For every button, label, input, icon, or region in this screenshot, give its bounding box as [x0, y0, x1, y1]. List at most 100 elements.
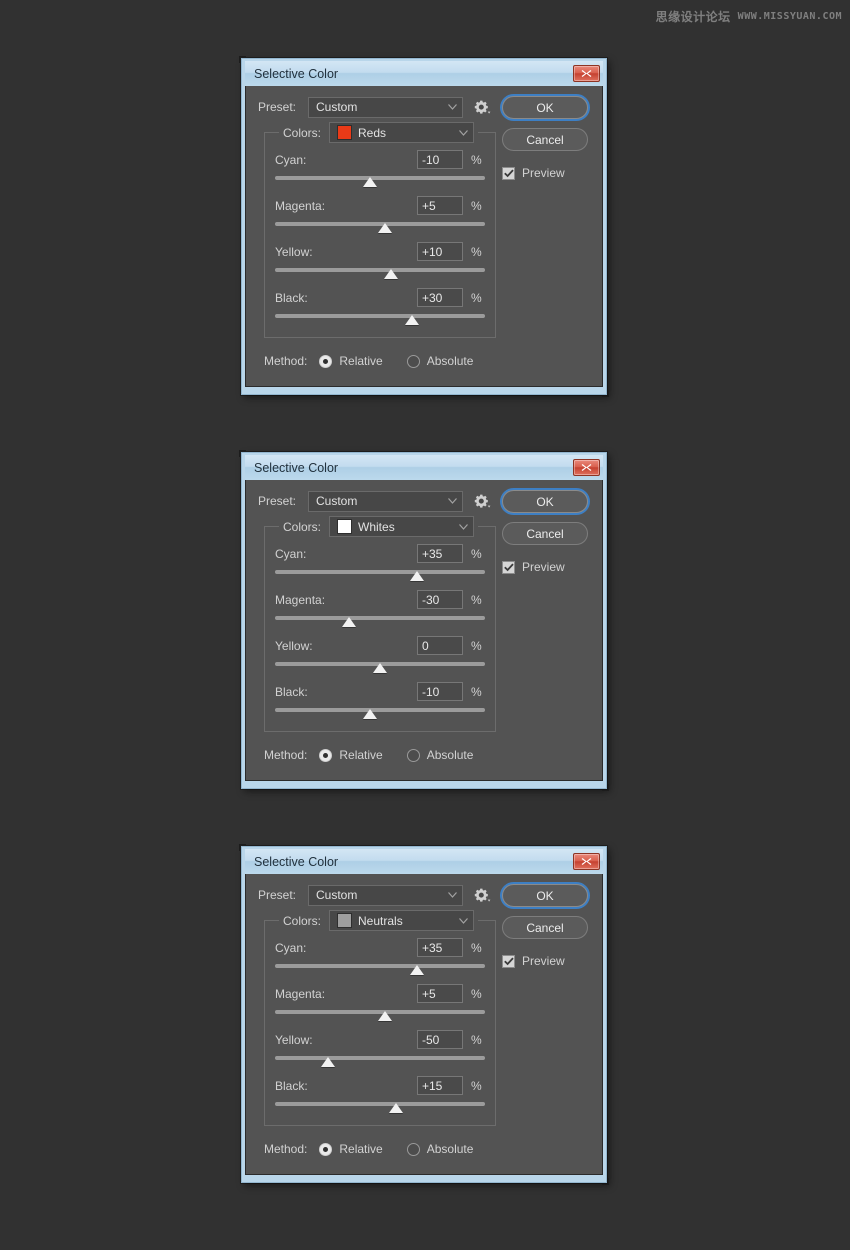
color-swatch: [337, 519, 353, 534]
slider-value-input[interactable]: +15: [417, 1076, 463, 1095]
slider-thumb[interactable]: [320, 1057, 335, 1067]
method-relative-option[interactable]: Relative: [319, 748, 383, 762]
dialog-titlebar[interactable]: Selective Color: [245, 849, 603, 874]
method-absolute-option[interactable]: Absolute: [406, 748, 473, 762]
colors-select[interactable]: Neutrals: [329, 910, 475, 931]
preset-options-button[interactable]: [469, 100, 495, 115]
slider-thumb[interactable]: [404, 315, 419, 325]
percent-label: %: [471, 940, 482, 955]
slider-block: Black: +15 %: [275, 1075, 485, 1113]
method-absolute-option[interactable]: Absolute: [406, 354, 474, 368]
slider-track[interactable]: [275, 708, 485, 712]
slider-track-wrap[interactable]: [275, 173, 485, 187]
preview-label: Preview: [522, 954, 565, 968]
method-relative-option[interactable]: Relative: [319, 354, 383, 368]
slider-track-wrap[interactable]: [275, 1007, 485, 1021]
preview-checkbox-row[interactable]: Preview: [502, 560, 588, 574]
slider-label: Black:: [275, 684, 308, 699]
slider-track[interactable]: [275, 964, 485, 968]
slider-value-input[interactable]: 0: [417, 636, 463, 655]
chevron-down-icon: [455, 129, 471, 136]
slider-header: Cyan: -10 %: [275, 149, 485, 170]
sliders-container: Cyan: -10 % Magenta: +5 % Yellow: +10 %: [275, 149, 485, 325]
slider-track-wrap[interactable]: [275, 705, 485, 719]
slider-track-wrap[interactable]: [275, 219, 485, 233]
slider-value-input[interactable]: -30: [417, 590, 463, 609]
preview-checkbox[interactable]: [502, 954, 515, 968]
slider-track-wrap[interactable]: [275, 659, 485, 673]
slider-track-wrap[interactable]: [275, 1099, 485, 1113]
ok-button[interactable]: OK: [502, 96, 588, 119]
preview-checkbox-row[interactable]: Preview: [502, 954, 588, 968]
dialog-whites[interactable]: Selective Color Preset: Custom Colors: W…: [239, 450, 609, 791]
dialog-actions: OK Cancel Preview: [502, 884, 588, 968]
method-relative-option[interactable]: Relative: [319, 1142, 383, 1156]
dialog-reds[interactable]: Selective Color Preset: Custom Colors: R…: [239, 56, 609, 397]
close-button[interactable]: [573, 853, 600, 870]
slider-block: Magenta: +5 %: [275, 983, 485, 1021]
preview-checkbox[interactable]: [502, 166, 515, 180]
dialog-neutrals[interactable]: Selective Color Preset: Custom Colors: N…: [239, 844, 609, 1185]
preset-select[interactable]: Custom: [308, 884, 463, 906]
slider-track[interactable]: [275, 314, 485, 318]
slider-track-wrap[interactable]: [275, 961, 485, 975]
cancel-button[interactable]: Cancel: [502, 522, 588, 545]
cancel-button[interactable]: Cancel: [502, 128, 588, 151]
dialog-titlebar[interactable]: Selective Color: [245, 455, 603, 480]
slider-value-input[interactable]: +5: [417, 984, 463, 1003]
slider-thumb[interactable]: [409, 571, 424, 581]
colors-label: Colors:: [283, 913, 322, 928]
preset-options-button[interactable]: [469, 494, 495, 509]
slider-value-input[interactable]: -10: [417, 682, 463, 701]
slider-value-input[interactable]: +35: [417, 938, 463, 957]
ok-button[interactable]: OK: [502, 884, 588, 907]
color-swatch: [337, 125, 353, 140]
slider-value-input[interactable]: +5: [417, 196, 463, 215]
slider-track-wrap[interactable]: [275, 265, 485, 279]
slider-thumb[interactable]: [409, 965, 424, 975]
slider-track-wrap[interactable]: [275, 567, 485, 581]
preset-select[interactable]: Custom: [308, 96, 463, 118]
slider-track-wrap[interactable]: [275, 1053, 485, 1067]
slider-value-input[interactable]: -10: [417, 150, 463, 169]
preview-checkbox[interactable]: [502, 560, 515, 574]
slider-label: Black:: [275, 1078, 308, 1093]
slider-value-input[interactable]: +30: [417, 288, 463, 307]
slider-thumb[interactable]: [378, 223, 393, 233]
slider-track[interactable]: [275, 570, 485, 574]
slider-header: Yellow: +10 %: [275, 241, 485, 262]
close-button[interactable]: [573, 65, 600, 82]
slider-thumb[interactable]: [383, 269, 398, 279]
slider-thumb[interactable]: [373, 663, 387, 673]
slider-track[interactable]: [275, 1056, 485, 1060]
method-absolute-label: Absolute: [426, 1142, 474, 1156]
slider-value-input[interactable]: +35: [417, 544, 463, 563]
slider-track[interactable]: [275, 176, 485, 180]
slider-value-input[interactable]: -50: [417, 1030, 463, 1049]
colors-select[interactable]: Whites: [329, 516, 475, 537]
preset-options-button[interactable]: [469, 888, 495, 903]
preview-checkbox-row[interactable]: Preview: [502, 166, 588, 180]
slider-value-input[interactable]: +10: [417, 242, 463, 261]
radio-relative-icon: [319, 1142, 333, 1156]
slider-thumb[interactable]: [378, 1011, 393, 1021]
dialog-title: Selective Color: [254, 854, 339, 869]
method-absolute-label: Absolute: [426, 354, 474, 368]
slider-track[interactable]: [275, 616, 485, 620]
slider-thumb[interactable]: [362, 177, 377, 187]
slider-thumb[interactable]: [341, 617, 356, 627]
close-button[interactable]: [573, 459, 600, 476]
slider-track[interactable]: [275, 268, 485, 272]
slider-track[interactable]: [275, 1102, 485, 1106]
cancel-button[interactable]: Cancel: [502, 916, 588, 939]
preset-select[interactable]: Custom: [308, 490, 463, 512]
method-absolute-option[interactable]: Absolute: [406, 1142, 474, 1156]
slider-track-wrap[interactable]: [275, 613, 485, 627]
dialog-titlebar[interactable]: Selective Color: [245, 61, 603, 86]
close-icon: [581, 858, 592, 865]
slider-track-wrap[interactable]: [275, 311, 485, 325]
ok-button[interactable]: OK: [502, 490, 588, 513]
slider-thumb[interactable]: [388, 1103, 403, 1113]
slider-thumb[interactable]: [362, 709, 377, 719]
colors-select[interactable]: Reds: [329, 122, 475, 143]
